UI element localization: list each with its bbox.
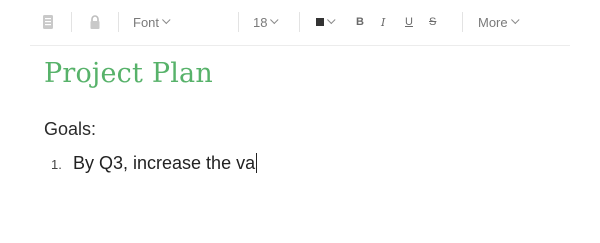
list-number: 1. xyxy=(51,157,62,172)
text-cursor xyxy=(256,153,258,173)
color-swatch-icon xyxy=(316,18,324,26)
font-size-label: 18 xyxy=(253,14,268,30)
lock-icon[interactable] xyxy=(89,0,101,44)
toolbar-divider xyxy=(118,12,119,32)
chevron-down-icon xyxy=(510,15,520,25)
list-text-content: By Q3, increase the va xyxy=(73,153,256,173)
chevron-down-icon xyxy=(270,15,280,25)
list-item[interactable]: 1. By Q3, increase the va xyxy=(51,153,258,174)
toolbar-divider xyxy=(71,12,72,32)
text-color-dropdown[interactable] xyxy=(316,0,336,44)
more-dropdown[interactable]: More xyxy=(478,0,520,44)
bold-label: B xyxy=(356,16,364,28)
toolbar-divider-line xyxy=(30,45,570,46)
formatting-toolbar: Font 18 B I U S More xyxy=(0,0,600,46)
bold-button[interactable]: B xyxy=(356,0,364,44)
toolbar-divider xyxy=(462,12,463,32)
font-dropdown[interactable]: Font xyxy=(133,0,171,44)
underline-label: U xyxy=(405,16,413,28)
font-size-dropdown[interactable]: 18 xyxy=(253,0,280,44)
chevron-down-icon xyxy=(327,15,336,25)
list-text[interactable]: By Q3, increase the va xyxy=(73,153,258,174)
strikethrough-label: S xyxy=(429,16,437,28)
note-title[interactable]: Project Plan xyxy=(44,58,213,89)
toolbar-divider xyxy=(238,12,239,32)
strikethrough-button[interactable]: S xyxy=(429,0,436,44)
note-icon[interactable] xyxy=(42,0,54,44)
underline-button[interactable]: U xyxy=(405,0,413,44)
italic-label: I xyxy=(381,15,386,29)
italic-button[interactable]: I xyxy=(381,0,385,44)
chevron-down-icon xyxy=(162,15,171,25)
font-dropdown-label: Font xyxy=(133,14,160,30)
more-label: More xyxy=(478,14,508,30)
section-heading[interactable]: Goals: xyxy=(44,119,96,140)
toolbar-divider xyxy=(299,12,300,32)
